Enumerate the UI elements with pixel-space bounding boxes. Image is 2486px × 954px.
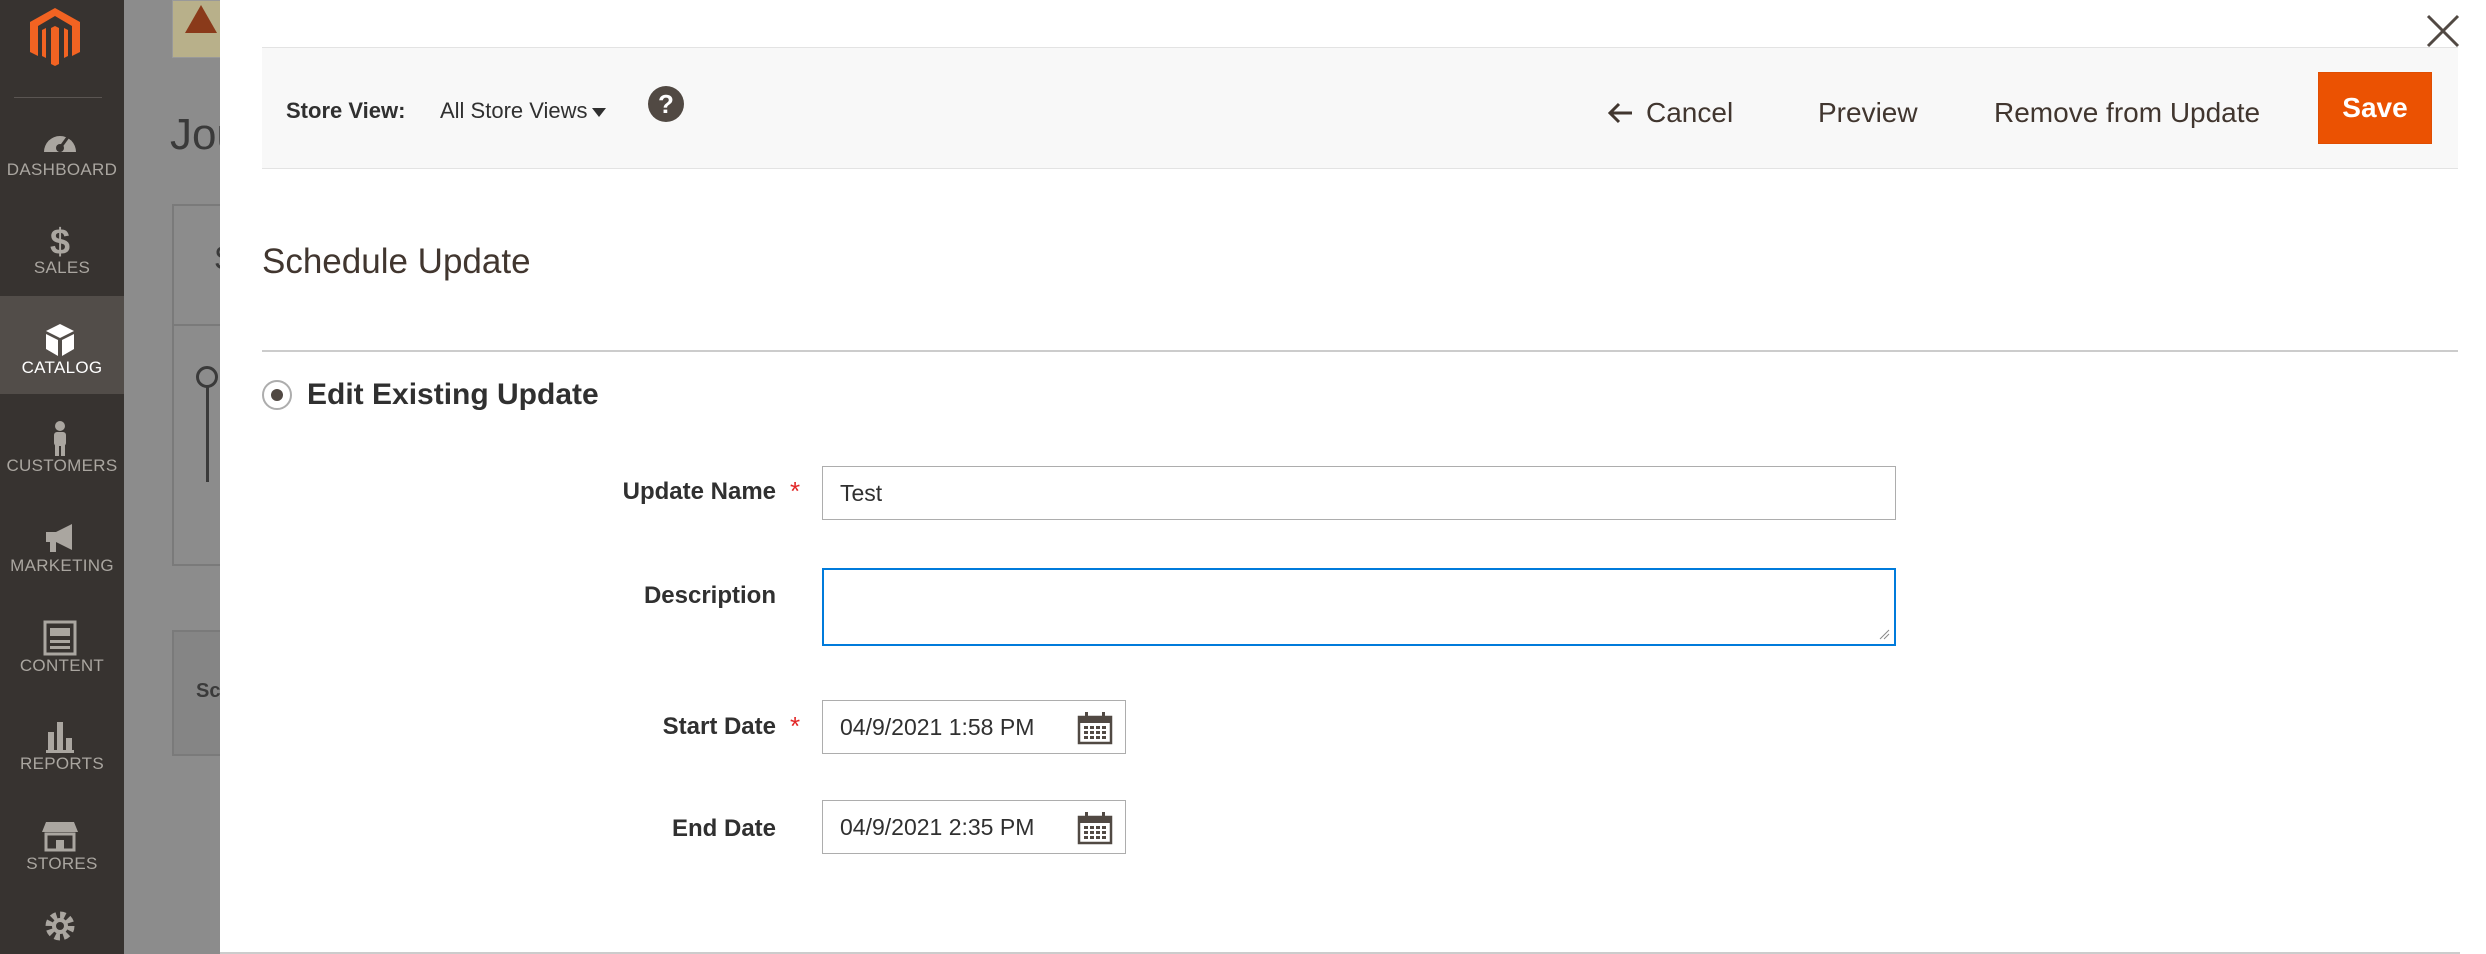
background-panel-divider <box>172 324 220 326</box>
section-title: Schedule Update <box>262 242 531 281</box>
update-name-input[interactable]: Test <box>822 466 1896 520</box>
dollar-icon: $ <box>50 222 70 258</box>
end-date-value: 04/9/2021 2:35 PM <box>840 814 1035 840</box>
store-view-label: Store View: <box>286 98 406 123</box>
update-name-label: Update Name <box>622 478 776 505</box>
nav-label: DASHBOARD <box>6 160 118 179</box>
nav-label: CATALOG <box>21 358 103 377</box>
description-textarea[interactable] <box>822 568 1896 646</box>
nav-item-system[interactable] <box>0 890 124 954</box>
cancel-button[interactable]: Cancel <box>1646 88 1733 138</box>
start-date-input[interactable]: 04/9/2021 1:58 PM <box>822 700 1126 754</box>
radio-selected-dot <box>271 389 283 401</box>
nav-item-marketing[interactable]: MARKETING <box>0 494 124 592</box>
nav-item-catalog[interactable]: CATALOG <box>0 296 124 394</box>
background-page-overlay: Jou S Sc <box>124 0 220 954</box>
end-date-input[interactable]: 04/9/2021 2:35 PM <box>822 800 1126 854</box>
warning-icon <box>185 5 217 33</box>
background-pin-icon <box>196 366 218 388</box>
admin-sidebar: DASHBOARD $ SALES CATALOG CUSTOMERS MARK… <box>0 0 124 954</box>
required-asterisk: * <box>790 476 801 506</box>
nav-item-reports[interactable]: REPORTS <box>0 692 124 790</box>
panel-header: Store View: All Store Views ? Cancel Pre… <box>262 47 2458 169</box>
storefront-icon <box>42 822 78 852</box>
edit-existing-update-radio[interactable] <box>262 380 292 410</box>
calendar-icon[interactable] <box>1077 811 1113 845</box>
remove-from-update-button[interactable]: Remove from Update <box>1994 88 2260 138</box>
resize-handle-icon[interactable] <box>1878 628 1890 640</box>
nav-item-dashboard[interactable]: DASHBOARD <box>0 98 124 196</box>
box-icon <box>46 324 74 356</box>
background-page-title: Jou <box>170 110 220 159</box>
caret-down-icon[interactable] <box>592 108 606 117</box>
required-asterisk: * <box>790 711 801 741</box>
megaphone-icon <box>46 524 72 552</box>
nav-item-customers[interactable]: CUSTOMERS <box>0 394 124 492</box>
person-icon <box>54 421 66 456</box>
background-pin-stem <box>206 386 209 482</box>
nav-label: CONTENT <box>19 656 105 675</box>
background-section-text: Sc <box>196 680 220 702</box>
description-label: Description <box>643 582 776 609</box>
nav-item-stores[interactable]: STORES <box>0 792 124 890</box>
nav-item-sales[interactable]: $ SALES <box>0 196 124 294</box>
edit-existing-update-label[interactable]: Edit Existing Update <box>307 378 599 412</box>
help-icon[interactable]: ? <box>648 86 684 122</box>
nav-label: REPORTS <box>20 754 104 773</box>
svg-text:$: $ <box>50 222 70 258</box>
nav-label: MARKETING <box>10 556 114 575</box>
warning-message <box>172 0 220 58</box>
gear-icon <box>45 911 75 941</box>
store-view-switcher[interactable]: All Store Views <box>440 98 588 124</box>
start-date-value: 04/9/2021 1:58 PM <box>840 714 1035 740</box>
nav-label: CUSTOMERS <box>6 456 118 475</box>
calendar-icon[interactable] <box>1077 711 1113 745</box>
speedometer-icon <box>44 136 76 152</box>
nav-label: STORES <box>26 854 98 873</box>
save-button[interactable]: Save <box>2318 72 2432 144</box>
bar-chart-icon <box>46 722 74 753</box>
layout-icon <box>43 620 77 656</box>
preview-button[interactable]: Preview <box>1818 88 1918 138</box>
arrow-left-icon[interactable] <box>1606 96 1636 130</box>
start-date-label: Start Date <box>662 713 776 740</box>
nav-label: SALES <box>33 258 91 277</box>
section-divider <box>262 350 2458 352</box>
end-date-label: End Date <box>671 815 776 842</box>
magento-logo-icon[interactable] <box>28 6 82 68</box>
nav-item-content[interactable]: CONTENT <box>0 594 124 692</box>
